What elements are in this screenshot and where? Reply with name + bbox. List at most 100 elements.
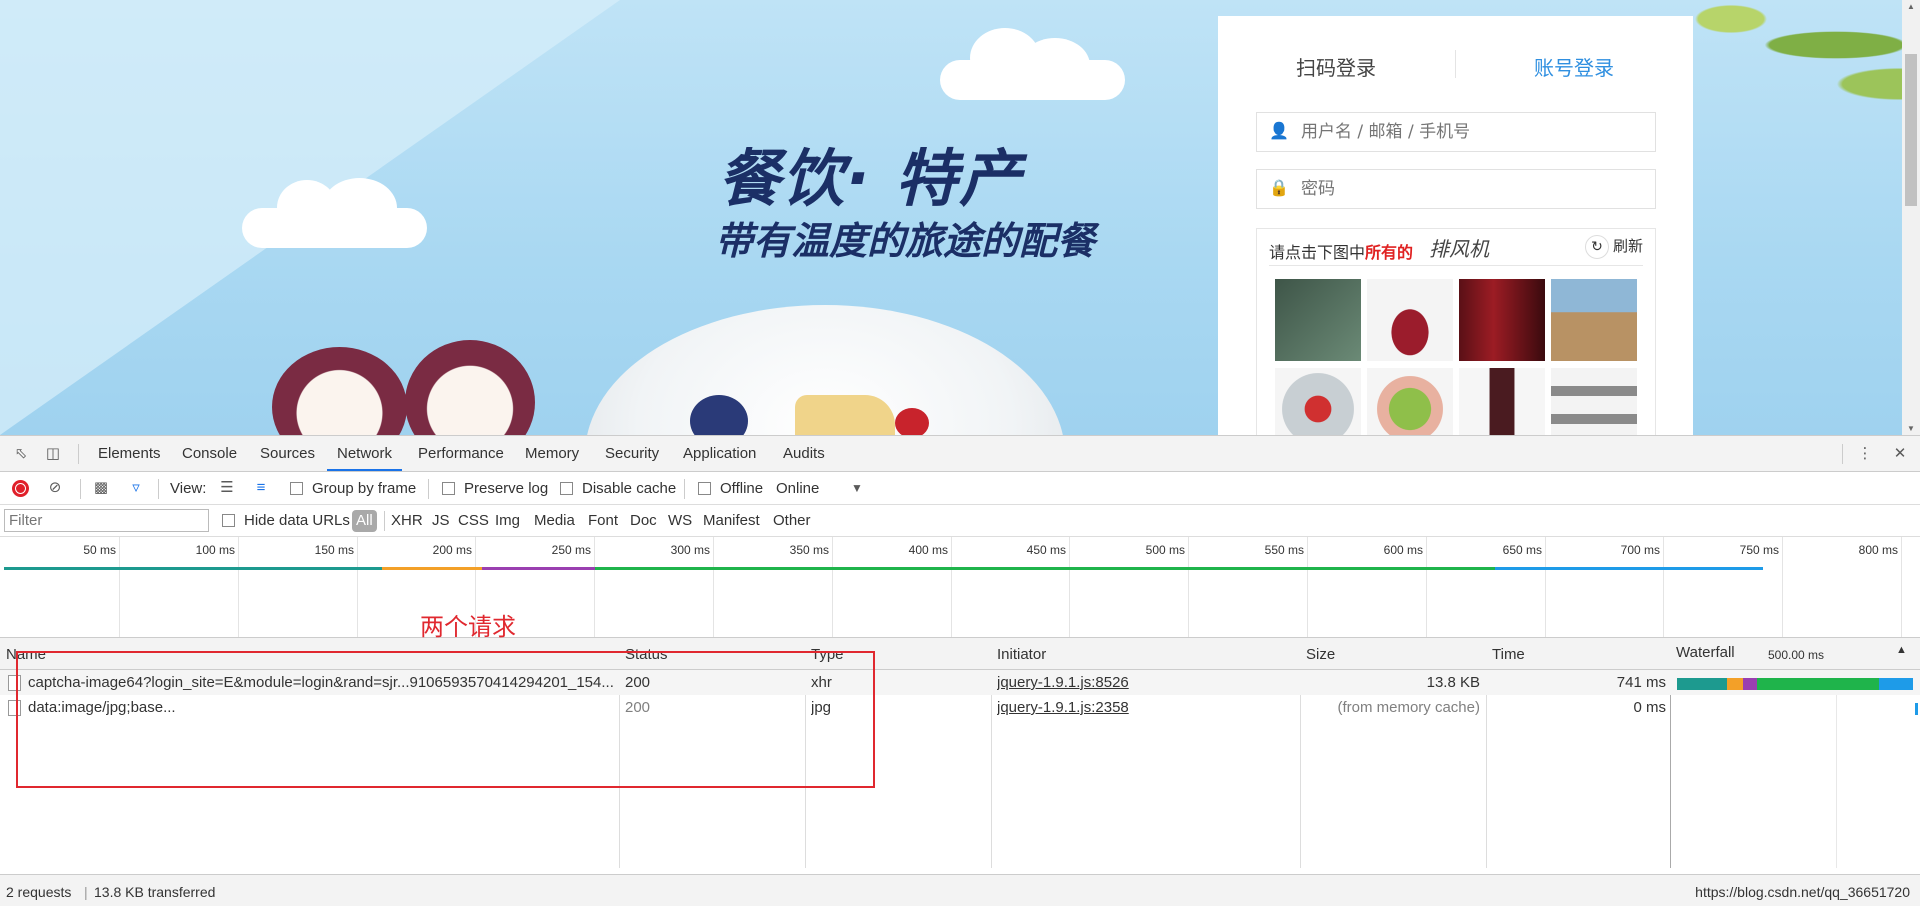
filter-css[interactable]: CSS bbox=[458, 512, 489, 529]
grid-line bbox=[1901, 537, 1902, 637]
annotation-highlight-box bbox=[16, 651, 875, 788]
group-by-frame-checkbox[interactable] bbox=[290, 482, 303, 495]
column-header-initiator[interactable]: Initiator bbox=[997, 646, 1046, 663]
tab-sources[interactable]: Sources bbox=[260, 445, 315, 462]
tab-performance[interactable]: Performance bbox=[418, 445, 504, 462]
more-options-icon[interactable]: ⋮ bbox=[1856, 445, 1874, 463]
divider bbox=[158, 479, 159, 499]
divider bbox=[1842, 444, 1843, 464]
offline-label: Offline bbox=[720, 480, 764, 497]
request-initiator-link[interactable]: jquery-1.9.1.js:8526 bbox=[997, 674, 1129, 691]
captcha-target-word: 排风机 bbox=[1429, 237, 1489, 261]
inspect-element-icon[interactable]: ⬁ bbox=[12, 445, 30, 463]
username-input[interactable] bbox=[1301, 119, 1641, 145]
filter-font[interactable]: Font bbox=[588, 512, 618, 529]
captcha-hint: 请点击下图中所有的 bbox=[1269, 239, 1413, 263]
tab-console[interactable]: Console bbox=[182, 445, 237, 462]
captcha-tile[interactable] bbox=[1275, 368, 1361, 435]
filter-all-button[interactable]: All bbox=[352, 510, 377, 532]
divider bbox=[1269, 265, 1643, 266]
tick-label: 200 ms bbox=[432, 543, 472, 557]
refresh-icon: ↻ bbox=[1584, 235, 1609, 259]
filter-ws[interactable]: WS bbox=[668, 512, 692, 529]
throttling-select[interactable]: Online bbox=[776, 480, 819, 497]
tick-label: 100 ms bbox=[195, 543, 235, 557]
grid-line bbox=[1069, 537, 1070, 637]
disable-cache-checkbox[interactable] bbox=[560, 482, 573, 495]
screenshot-camera-icon[interactable]: ▩ bbox=[92, 479, 110, 497]
user-icon: 👤 bbox=[1269, 123, 1289, 140]
filter-other[interactable]: Other bbox=[773, 512, 811, 529]
tab-application[interactable]: Application bbox=[683, 445, 756, 462]
tab-elements[interactable]: Elements bbox=[98, 445, 161, 462]
captcha-hint-prefix: 请点击下图中 bbox=[1269, 243, 1366, 262]
divider bbox=[684, 479, 685, 499]
tick-label: 700 ms bbox=[1620, 543, 1660, 557]
column-header-time[interactable]: Time bbox=[1492, 646, 1525, 663]
column-header-size[interactable]: Size bbox=[1306, 646, 1335, 663]
tab-memory[interactable]: Memory bbox=[525, 445, 579, 462]
tab-divider bbox=[1455, 50, 1456, 78]
captcha-tile[interactable] bbox=[1551, 368, 1637, 435]
page-scrollbar[interactable]: ▲ ▼ bbox=[1902, 0, 1920, 435]
chevron-down-icon[interactable]: ▼ bbox=[848, 479, 866, 497]
captcha-tile[interactable] bbox=[1275, 279, 1361, 361]
column-header-waterfall[interactable]: Waterfall bbox=[1676, 644, 1735, 661]
filter-icon[interactable]: ▿ bbox=[127, 479, 145, 497]
captcha-tile[interactable] bbox=[1367, 279, 1453, 361]
filter-manifest[interactable]: Manifest bbox=[703, 512, 760, 529]
login-panel: 扫码登录 账号登录 👤 🔒 请点击下图中所有的 排风机 ↻刷新 bbox=[1218, 16, 1693, 435]
timeline-bar-ssl bbox=[382, 567, 482, 570]
captcha-box: 请点击下图中所有的 排风机 ↻ 刷新 bbox=[1256, 228, 1656, 435]
strawberry-image bbox=[895, 408, 929, 435]
offline-checkbox[interactable] bbox=[698, 482, 711, 495]
request-size: (from memory cache) bbox=[1337, 699, 1480, 716]
scrollbar-thumb[interactable] bbox=[1905, 54, 1917, 206]
captcha-tile[interactable] bbox=[1459, 368, 1545, 435]
captcha-tile[interactable] bbox=[1367, 368, 1453, 435]
grid-line bbox=[594, 537, 595, 637]
device-toolbar-icon[interactable]: ◫ bbox=[44, 445, 62, 463]
waterfall-view-icon[interactable]: ≡ bbox=[252, 479, 270, 497]
hide-data-urls-checkbox[interactable] bbox=[222, 514, 235, 527]
captcha-tile[interactable] bbox=[1551, 279, 1637, 361]
list-view-icon[interactable]: ☰ bbox=[218, 479, 236, 497]
network-overview-timeline[interactable]: 50 ms 100 ms 150 ms 200 ms 250 ms 300 ms… bbox=[0, 537, 1920, 638]
filter-doc[interactable]: Doc bbox=[630, 512, 657, 529]
sort-ascending-icon[interactable]: ▲ bbox=[1896, 644, 1907, 656]
filter-img[interactable]: Img bbox=[495, 512, 520, 529]
scroll-up-icon[interactable]: ▲ bbox=[1907, 2, 1915, 11]
clear-icon[interactable]: ⊘ bbox=[46, 479, 64, 497]
tab-security[interactable]: Security bbox=[605, 445, 659, 462]
record-button[interactable] bbox=[12, 480, 29, 497]
grid-line bbox=[1782, 537, 1783, 637]
tick-label: 250 ms bbox=[551, 543, 591, 557]
tab-network[interactable]: Network bbox=[337, 445, 392, 462]
waterfall-bar-waiting bbox=[1757, 678, 1879, 690]
password-input[interactable] bbox=[1301, 176, 1641, 202]
filter-input[interactable] bbox=[4, 509, 209, 532]
filter-js[interactable]: JS bbox=[432, 512, 450, 529]
preserve-log-checkbox[interactable] bbox=[442, 482, 455, 495]
web-page-viewport: 餐饮· 特产 带有温度的旅途的配餐 扫码登录 账号登录 👤 🔒 请点击下图中所有… bbox=[0, 0, 1920, 435]
captcha-tile[interactable] bbox=[1459, 279, 1545, 361]
request-time: 0 ms bbox=[1633, 699, 1666, 716]
timeline-bar-waiting bbox=[595, 567, 1495, 570]
scroll-down-icon[interactable]: ▼ bbox=[1907, 424, 1915, 433]
captcha-refresh-button[interactable]: ↻ 刷新 bbox=[1584, 235, 1643, 259]
tab-audits[interactable]: Audits bbox=[783, 445, 825, 462]
close-icon[interactable]: ✕ bbox=[1891, 445, 1909, 463]
filter-media[interactable]: Media bbox=[534, 512, 575, 529]
tab-account-login[interactable]: 账号登录 bbox=[1534, 52, 1614, 81]
tick-label: 300 ms bbox=[670, 543, 710, 557]
password-field[interactable]: 🔒 bbox=[1256, 169, 1656, 209]
tick-label: 350 ms bbox=[789, 543, 829, 557]
tick-label: 800 ms bbox=[1858, 543, 1898, 557]
lock-icon: 🔒 bbox=[1269, 180, 1289, 197]
tab-qr-login[interactable]: 扫码登录 bbox=[1296, 52, 1376, 81]
cloud-image bbox=[940, 28, 1125, 100]
filter-xhr[interactable]: XHR bbox=[391, 512, 423, 529]
captcha-hint-emph: 所有的 bbox=[1365, 243, 1414, 262]
request-initiator-link[interactable]: jquery-1.9.1.js:2358 bbox=[997, 699, 1129, 716]
username-field[interactable]: 👤 bbox=[1256, 112, 1656, 152]
